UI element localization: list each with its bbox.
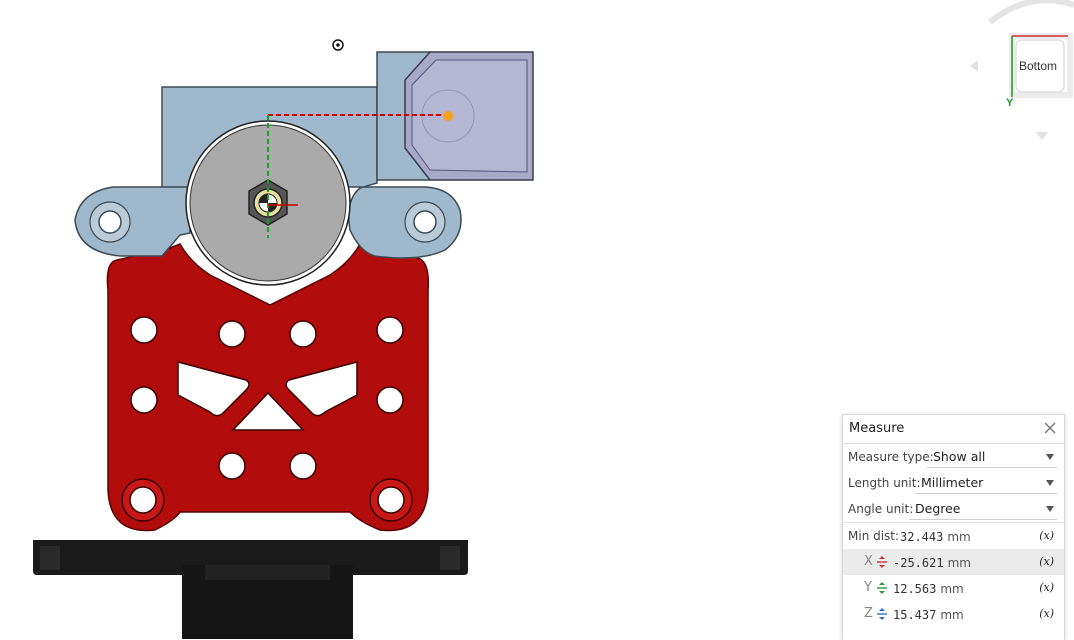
motor-body[interactable] bbox=[33, 540, 468, 639]
chevron-down-icon[interactable] bbox=[1046, 454, 1054, 460]
x-component-value[interactable]: -25.621 bbox=[893, 556, 944, 570]
measure-type-label: Measure type: bbox=[848, 450, 934, 464]
measure-type-select[interactable]: Show all bbox=[933, 449, 985, 464]
view-cube-down-arrow-icon bbox=[1036, 132, 1048, 140]
expression-icon[interactable]: (x) bbox=[1039, 607, 1054, 620]
red-bracket[interactable] bbox=[106, 243, 430, 532]
angle-unit-select[interactable]: Degree bbox=[915, 501, 961, 516]
y-component-unit: mm bbox=[940, 582, 964, 596]
angle-unit-row: Angle unit: Degree bbox=[843, 496, 1064, 522]
z-component-unit: mm bbox=[940, 608, 964, 622]
min-dist-label: Min dist: bbox=[848, 529, 900, 543]
x-component-row[interactable]: X -25.621 mm (x) bbox=[843, 549, 1064, 575]
y-component-value[interactable]: 12.563 bbox=[893, 582, 936, 596]
angle-unit-label: Angle unit: bbox=[848, 502, 914, 516]
view-cube-face-label[interactable]: Bottom bbox=[1016, 59, 1060, 73]
origin-marker-icon[interactable] bbox=[332, 39, 344, 51]
x-distance-icon bbox=[877, 556, 887, 568]
min-dist-row: Min dist: 32.443 mm (x) bbox=[843, 522, 1064, 549]
z-component-row[interactable]: Z 15.437 mm (x) bbox=[843, 601, 1064, 627]
expression-icon[interactable]: (x) bbox=[1039, 555, 1054, 568]
view-cube-axis-y-label: Y bbox=[1006, 97, 1014, 109]
chevron-down-icon[interactable] bbox=[1046, 480, 1054, 486]
y-distance-icon bbox=[877, 582, 887, 594]
y-component-row[interactable]: Y 12.563 mm (x) bbox=[843, 575, 1064, 601]
y-axis-letter: Y bbox=[864, 580, 872, 595]
z-component-value[interactable]: 15.437 bbox=[893, 608, 936, 622]
z-axis-letter: Z bbox=[864, 606, 873, 621]
x-axis-letter: X bbox=[864, 554, 873, 569]
measure-panel-header: Measure bbox=[843, 415, 1064, 444]
length-unit-select[interactable]: Millimeter bbox=[921, 475, 983, 490]
expression-icon[interactable]: (x) bbox=[1039, 581, 1054, 594]
measure-panel-title: Measure bbox=[849, 421, 905, 436]
min-dist-value[interactable]: 32.443 bbox=[900, 530, 943, 544]
chevron-down-icon[interactable] bbox=[1046, 506, 1054, 512]
length-unit-label: Length unit: bbox=[848, 476, 921, 490]
z-distance-icon bbox=[877, 608, 887, 620]
view-cube-left-arrow-icon bbox=[970, 60, 978, 72]
length-unit-row: Length unit: Millimeter bbox=[843, 470, 1064, 496]
expression-icon[interactable]: (x) bbox=[1039, 529, 1054, 542]
min-dist-unit: mm bbox=[947, 530, 971, 544]
measure-type-row: Measure type: Show all bbox=[843, 444, 1064, 470]
x-component-unit: mm bbox=[947, 556, 971, 570]
close-icon[interactable] bbox=[1042, 420, 1058, 436]
measure-panel: Measure Measure type: Show all Length un… bbox=[842, 414, 1065, 640]
